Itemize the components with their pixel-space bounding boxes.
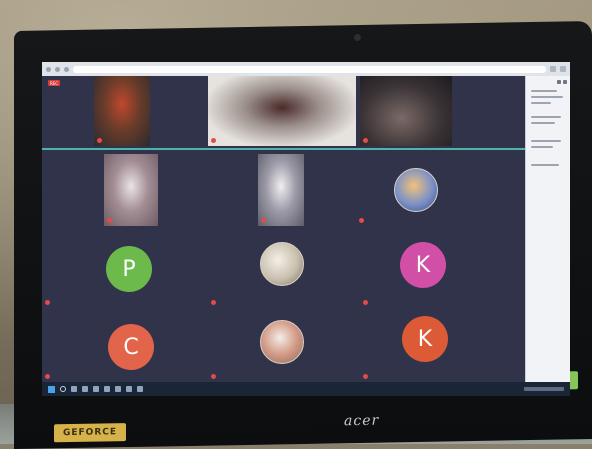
laptop-brand-logo: acer (344, 412, 380, 430)
participant-name-tag (211, 374, 218, 379)
participant-video (104, 154, 158, 226)
mic-muted-icon (107, 218, 112, 223)
participant-tile[interactable]: K (360, 312, 510, 382)
chat-message (531, 122, 555, 124)
address-bar[interactable] (73, 65, 546, 73)
chat-message (531, 140, 561, 142)
participant-name-tag (363, 138, 370, 143)
chat-panel (525, 76, 570, 382)
menu-icon[interactable] (560, 66, 566, 72)
mic-muted-icon (363, 138, 368, 143)
chat-message (531, 102, 551, 104)
participant-name-tag (107, 218, 114, 223)
mic-muted-icon (97, 138, 102, 143)
extension-icon[interactable] (550, 66, 556, 72)
mic-muted-icon (211, 138, 216, 143)
back-icon[interactable] (46, 66, 51, 72)
participant-tile[interactable]: P (42, 232, 202, 308)
search-icon[interactable] (60, 386, 66, 392)
mic-muted-icon (211, 300, 216, 305)
close-icon[interactable] (563, 80, 567, 84)
mic-muted-icon (45, 300, 50, 305)
meeting-grid: REC P K C K (42, 76, 526, 382)
chat-message (531, 90, 557, 92)
forward-icon[interactable] (55, 66, 60, 72)
taskbar-app-icon[interactable] (71, 386, 77, 392)
participant-tile[interactable] (356, 154, 456, 226)
mic-muted-icon (211, 374, 216, 379)
participant-name-tag (45, 300, 52, 305)
participant-video (94, 76, 150, 146)
taskbar-app-icon[interactable] (126, 386, 132, 392)
participant-tile[interactable] (258, 154, 304, 226)
participant-name-tag (363, 300, 370, 305)
participant-photo-avatar (394, 168, 438, 212)
participant-name-tag (359, 218, 366, 223)
chat-message (531, 146, 553, 148)
participant-name-tag (261, 218, 268, 223)
windows-taskbar (42, 382, 570, 396)
participant-video (258, 154, 304, 226)
taskbar-app-icon[interactable] (104, 386, 110, 392)
laptop-screen: REC P K C K (42, 62, 570, 396)
participant-tile[interactable]: C (42, 312, 202, 382)
participant-name-tag (45, 374, 52, 379)
mic-muted-icon (45, 374, 50, 379)
reload-icon[interactable] (64, 66, 69, 72)
participant-tile[interactable] (208, 232, 358, 308)
mic-muted-icon (261, 218, 266, 223)
participant-initial-avatar: K (402, 316, 448, 362)
taskbar-app-icon[interactable] (93, 386, 99, 392)
taskbar-app-icon[interactable] (137, 386, 143, 392)
participant-video (208, 76, 356, 146)
participant-initial-avatar: P (106, 246, 152, 292)
participant-photo-avatar (260, 242, 304, 286)
participant-name-tag (211, 300, 218, 305)
participant-video (360, 76, 452, 146)
participant-tile[interactable] (94, 76, 150, 146)
taskbar-app-icon[interactable] (82, 386, 88, 392)
participant-photo-avatar (260, 320, 304, 364)
chat-message (531, 116, 561, 118)
mic-muted-icon (363, 374, 368, 379)
taskbar-app-icon[interactable] (115, 386, 121, 392)
system-tray[interactable] (524, 387, 564, 391)
chat-message (531, 96, 563, 98)
participant-initial-avatar: K (400, 242, 446, 288)
participant-initial-avatar: C (108, 324, 154, 370)
participant-tile[interactable] (360, 76, 452, 146)
recording-badge: REC (48, 80, 60, 86)
participant-tile[interactable] (208, 76, 356, 146)
gpu-sticker: GEFORCE (54, 423, 126, 443)
participant-name-tag (363, 374, 370, 379)
participant-tile[interactable] (208, 312, 358, 382)
participant-tile[interactable]: K (360, 232, 510, 308)
mic-muted-icon (359, 218, 364, 223)
chat-message (531, 164, 559, 166)
participant-name-tag (97, 138, 104, 143)
webcam (354, 33, 361, 42)
mic-muted-icon (363, 300, 368, 305)
active-speaker-bar (42, 148, 526, 150)
chat-panel-header (557, 80, 567, 84)
browser-toolbar (42, 62, 570, 76)
start-button[interactable] (48, 385, 55, 393)
popout-icon[interactable] (557, 80, 561, 84)
participant-name-tag (211, 138, 218, 143)
participant-tile[interactable] (104, 154, 158, 226)
